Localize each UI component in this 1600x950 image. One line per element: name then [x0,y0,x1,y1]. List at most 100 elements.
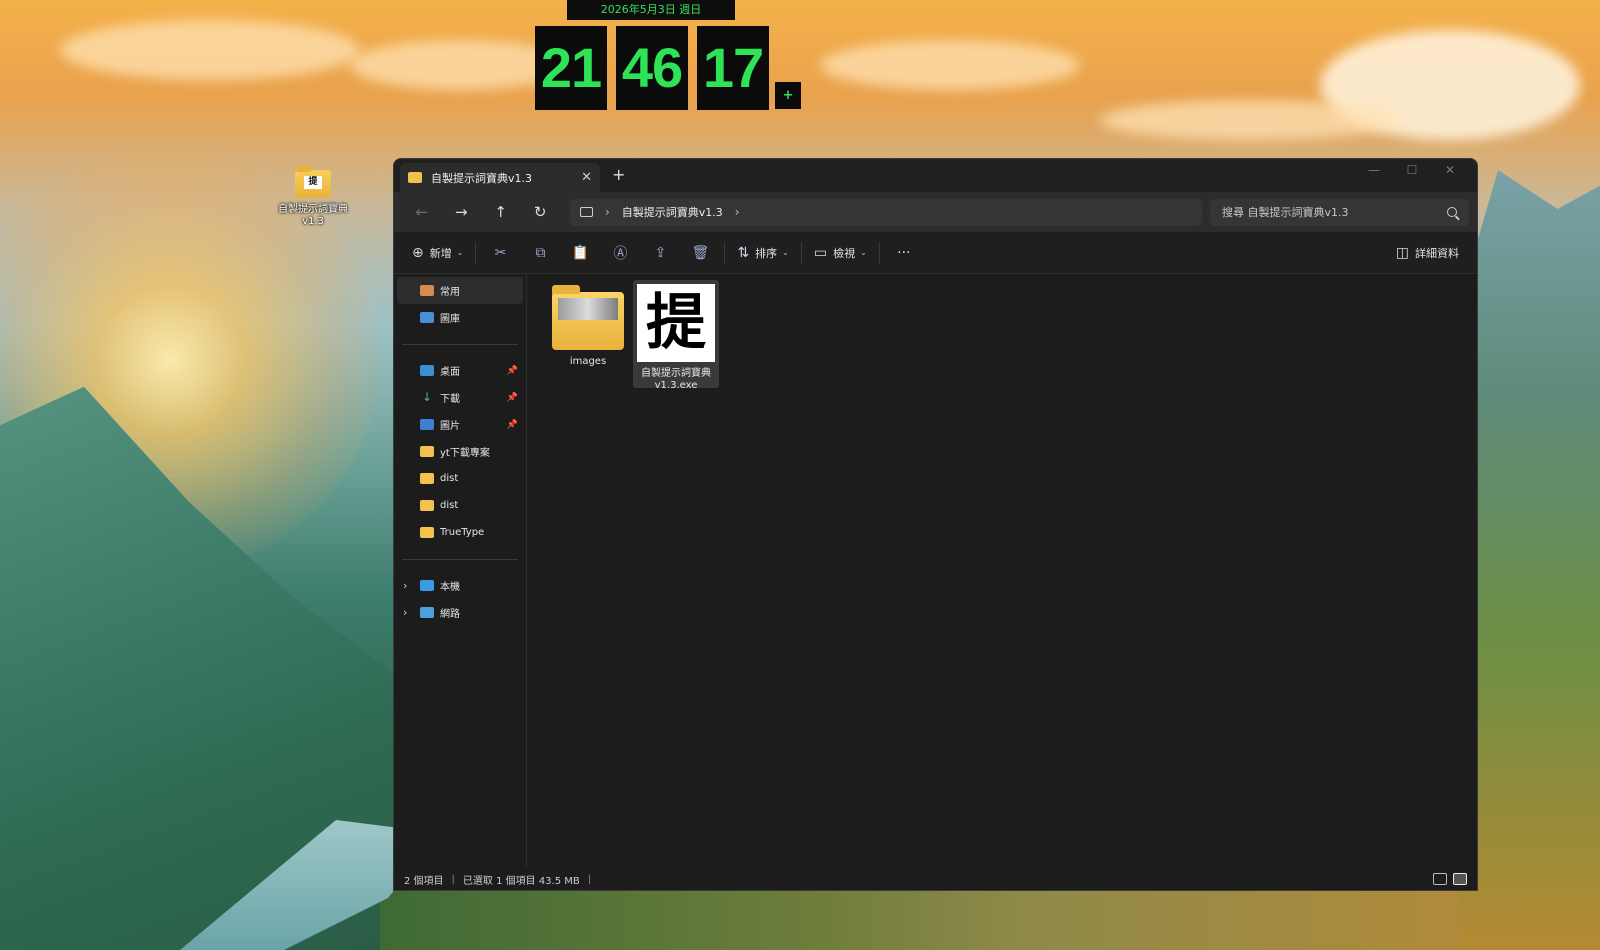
breadcrumb-item[interactable]: 自製提示詞寶典v1.3 [622,204,723,220]
forward-button[interactable]: → [441,203,480,221]
explorer-body: 常用 圖庫 桌面 📌 ↓ 下載 📌 圖片 📌 yt下載專案 dist dist … [394,274,1477,868]
sidebar-item-dist-2[interactable]: dist [394,492,526,519]
divider [402,344,518,345]
chevron-down-icon: ⌄ [782,248,789,257]
pin-icon: 📌 [506,365,518,376]
view-button[interactable]: ▭ 檢視 ⌄ [806,239,875,267]
thumbnail-icon: 提 [304,176,322,189]
sidebar-item-label: 圖片 [440,421,460,432]
rename-icon[interactable]: Ⓐ [600,243,640,263]
file-item-exe[interactable]: 提 自製提示詞寶典 v1.3.exe [633,280,719,391]
search-box[interactable] [1210,198,1469,226]
selection-info: 已選取 1 個項目 43.5 MB [462,875,580,887]
sidebar-item-downloads[interactable]: ↓ 下載 📌 [394,384,526,411]
navigation-pane: 常用 圖庫 桌面 📌 ↓ 下載 📌 圖片 📌 yt下載專案 dist dist … [394,274,527,868]
gallery-icon [420,312,434,323]
chevron-down-icon: ⌄ [860,248,867,257]
sidebar-item-network[interactable]: › 網路 [394,599,526,626]
refresh-button[interactable]: ↻ [520,203,559,221]
up-button[interactable]: ↑ [481,203,520,221]
divider [800,241,802,264]
maximize-button[interactable]: ☐ [1393,159,1431,187]
folder-icon [420,446,434,457]
home-icon [420,285,434,296]
cut-icon[interactable]: ✂ [480,245,520,261]
file-item-images[interactable]: images [545,280,631,388]
paste-icon[interactable]: 📋 [560,245,600,261]
sidebar-item-label: 常用 [440,287,460,298]
sidebar-item-yt-download[interactable]: yt下載專案 [394,438,526,465]
clock-minutes: 46 [616,26,688,110]
tab-current-folder[interactable]: 自製提示詞寶典v1.3 ✕ [400,163,600,192]
minimize-button[interactable]: — [1355,159,1393,187]
address-bar[interactable]: › 自製提示詞寶典v1.3 › [569,198,1203,226]
details-view-icon[interactable] [1433,873,1447,885]
new-button[interactable]: ⊕ 新增 ⌄ [404,239,471,267]
desktop-icon [420,365,434,376]
pin-icon: 📌 [506,419,518,430]
back-button[interactable]: ← [402,203,441,221]
view-icon: ▭ [813,244,828,261]
sort-button[interactable]: ⇅ 排序 ⌄ [729,239,796,267]
new-tab-button[interactable]: + [612,167,625,183]
large-icons-view-icon[interactable] [1453,873,1467,885]
valley [380,888,1460,950]
navigation-bar: ← → ↑ ↻ › 自製提示詞寶典v1.3 › [394,192,1477,232]
close-window-button[interactable]: ✕ [1431,159,1469,187]
sidebar-item-label: TrueType [440,527,485,538]
copy-icon[interactable]: ⧉ [520,245,560,261]
sidebar-item-truetype[interactable]: TrueType [394,519,526,546]
clock-date: 2026年5月3日 週日 [567,0,735,20]
folder-icon [420,473,434,484]
pc-icon [420,580,434,591]
pictures-icon [420,419,434,430]
title-bar: 自製提示詞寶典v1.3 ✕ + — ☐ ✕ [394,159,1477,192]
details-pane-button[interactable]: ◫ 詳細資料 [1388,239,1467,267]
search-input[interactable] [1222,205,1447,219]
divider [402,559,518,560]
tab-title: 自製提示詞寶典v1.3 [431,171,533,185]
folder-preview [558,298,618,320]
pin-icon: 📌 [506,392,518,403]
folder-icon [552,285,624,350]
folder-icon [420,500,434,511]
sidebar-item-dist[interactable]: dist [394,465,526,492]
divider [878,241,880,264]
window-controls: — ☐ ✕ [1355,159,1469,187]
file-name: 自製提示詞寶典 v1.3.exe [641,368,711,391]
sidebar-item-this-pc[interactable]: › 本機 [394,572,526,599]
sidebar-item-label: dist [440,473,459,484]
search-icon[interactable] [1446,207,1457,217]
status-bar: 2 個項目 | 已選取 1 個項目 43.5 MB | [394,868,1477,890]
app-thumbnail-icon: 提 [637,284,715,362]
folder-icon [408,172,422,183]
monitor-icon [579,207,593,217]
share-icon[interactable]: ⇪ [640,245,680,261]
sort-label: 排序 [755,246,778,260]
sidebar-item-home[interactable]: 常用 [397,277,523,304]
desktop-shortcut[interactable]: 提 自製提示詞寶典v1.3 [278,166,348,228]
view-toggles [1433,873,1467,885]
chevron-right-icon[interactable]: › [735,205,740,219]
desktop-shortcut-label: 自製提示詞寶典v1.3 [278,204,348,227]
folder-icon [420,527,434,538]
clock-add-button[interactable]: + [775,82,801,109]
status-divider: | [451,873,455,885]
chevron-right-icon[interactable]: › [403,606,407,619]
close-tab-icon[interactable]: ✕ [581,170,592,185]
network-icon [420,607,434,618]
delete-icon[interactable]: 🗑 [680,245,720,261]
sidebar-item-label: dist [440,500,459,511]
chevron-right-icon[interactable]: › [403,579,407,592]
status-divider: | [587,873,592,885]
details-pane-icon: ◫ [1395,244,1409,261]
sidebar-item-label: 桌面 [440,367,460,378]
chevron-right-icon[interactable]: › [605,205,610,219]
clock-hours: 21 [535,26,607,110]
sidebar-item-desktop[interactable]: 桌面 📌 [394,357,526,384]
file-list[interactable]: images 提 自製提示詞寶典 v1.3.exe [527,274,1477,868]
more-options-icon[interactable]: ··· [884,245,924,261]
sidebar-item-pictures[interactable]: 圖片 📌 [394,411,526,438]
sidebar-item-gallery[interactable]: 圖庫 [394,304,526,331]
sidebar-item-label: 下載 [440,394,460,405]
